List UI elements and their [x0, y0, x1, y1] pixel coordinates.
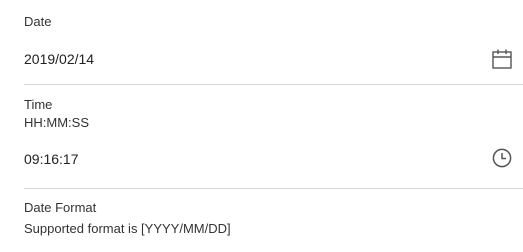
calendar-icon[interactable]	[491, 48, 513, 70]
date-format-value: Supported format is [YYYY/MM/DD]	[24, 221, 231, 236]
time-format-hint: HH:MM:SS	[24, 115, 89, 130]
time-value[interactable]: 09:16:17	[24, 151, 79, 167]
time-field[interactable]: Time HH:MM:SS 09:16:17	[24, 85, 523, 188]
date-label: Date	[24, 14, 52, 29]
datetime-form: Date 2019/02/14 Time HH:MM:SS 09:16:17 D…	[0, 0, 523, 252]
date-format-section: Date Format Supported format is [YYYY/MM…	[24, 189, 523, 252]
date-format-label: Date Format	[24, 200, 97, 215]
date-field[interactable]: Date 2019/02/14	[24, 0, 523, 84]
time-label: Time	[24, 97, 53, 112]
date-value[interactable]: 2019/02/14	[24, 51, 94, 67]
clock-icon[interactable]	[491, 147, 513, 169]
